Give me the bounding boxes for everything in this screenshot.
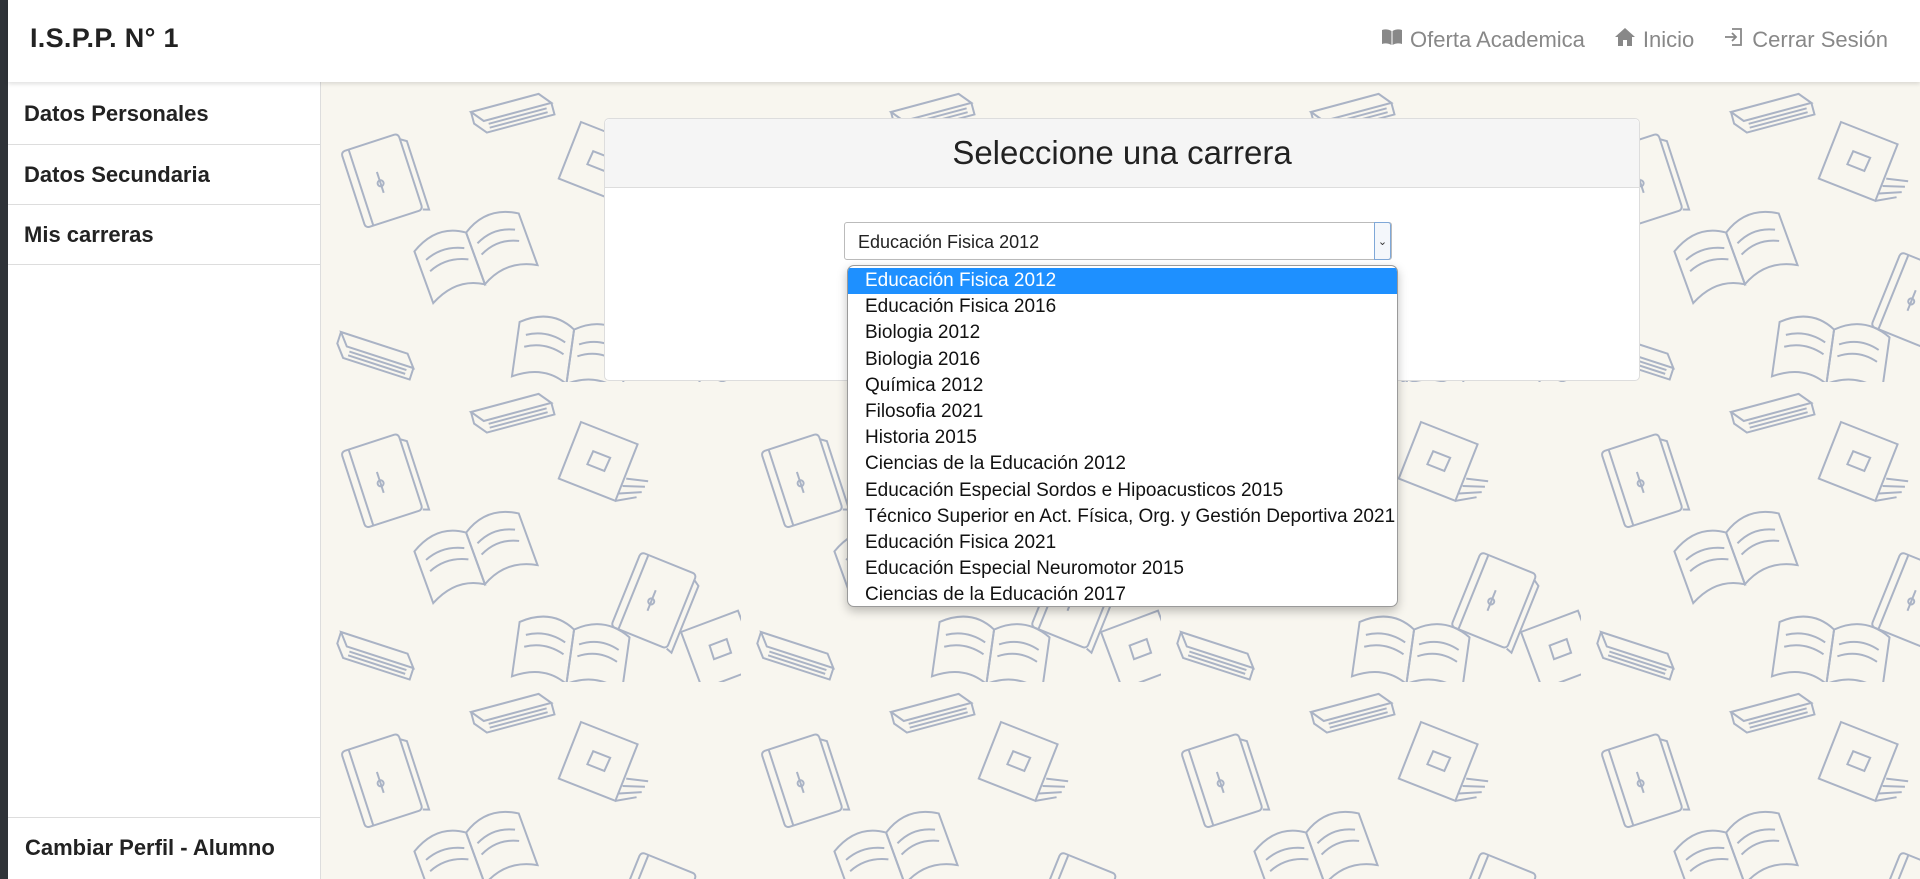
dropdown-option[interactable]: Historia 2015 <box>848 425 1397 451</box>
nav-link-cerrar-sesion[interactable]: Cerrar Sesión <box>1722 25 1888 55</box>
dropdown-option[interactable]: Educación Especial Neuromotor 2015 <box>848 556 1397 582</box>
dropdown-option[interactable]: Educación Fisica 2016 <box>848 294 1397 320</box>
book-icon <box>1380 25 1404 55</box>
chevron-down-icon[interactable]: ⌄ <box>1374 222 1391 260</box>
dropdown-option[interactable]: Biologia 2012 <box>848 320 1397 346</box>
sidebar-item-datos-secundaria[interactable]: Datos Secundaria <box>8 145 320 205</box>
home-icon <box>1613 25 1637 55</box>
brand-title[interactable]: I.S.P.P. N° 1 <box>30 23 179 54</box>
sidebar-item-datos-personales[interactable]: Datos Personales <box>8 82 320 145</box>
career-select-value: Educación Fisica 2012 <box>858 232 1040 252</box>
change-profile-link[interactable]: Cambiar Perfil - Alumno <box>8 817 320 879</box>
window-edge <box>0 0 8 879</box>
dropdown-option[interactable]: Filosofia 2021 <box>848 399 1397 425</box>
nav-link-label: Cerrar Sesión <box>1752 27 1888 52</box>
dropdown-option[interactable]: Ciencias de la Educación 2017 <box>848 582 1397 606</box>
dropdown-option[interactable]: Técnico Superior en Act. Física, Org. y … <box>848 504 1397 530</box>
card-title: Seleccione una carrera <box>605 119 1639 188</box>
nav-link-oferta-academica[interactable]: Oferta Academica <box>1380 25 1585 55</box>
nav-link-label: Oferta Academica <box>1410 27 1585 52</box>
nav-links: Oferta Academica Inicio Cerrar Sesión <box>1380 25 1888 55</box>
dropdown-option[interactable]: Biologia 2016 <box>848 347 1397 373</box>
dropdown-option[interactable]: Educación Especial Sordos e Hipoacustico… <box>848 478 1397 504</box>
dropdown-option[interactable]: Educación Fisica 2021 <box>848 530 1397 556</box>
nav-link-inicio[interactable]: Inicio <box>1613 25 1694 55</box>
logout-icon <box>1722 25 1746 55</box>
dropdown-option[interactable]: Educación Fisica 2012 <box>848 268 1397 295</box>
dropdown-option[interactable]: Química 2012 <box>848 373 1397 399</box>
nav-link-label: Inicio <box>1642 27 1695 52</box>
career-select[interactable]: Educación Fisica 2012 ⌄ <box>844 222 1392 260</box>
career-dropdown-list: Educación Fisica 2012 Educación Fisica 2… <box>847 265 1398 607</box>
sidebar: Datos Personales Datos Secundaria Mis ca… <box>8 82 321 879</box>
sidebar-item-mis-carreras[interactable]: Mis carreras <box>8 205 320 265</box>
top-navbar: I.S.P.P. N° 1 Oferta Academica Inicio Ce… <box>8 0 1920 82</box>
dropdown-option[interactable]: Ciencias de la Educación 2012 <box>848 451 1397 477</box>
